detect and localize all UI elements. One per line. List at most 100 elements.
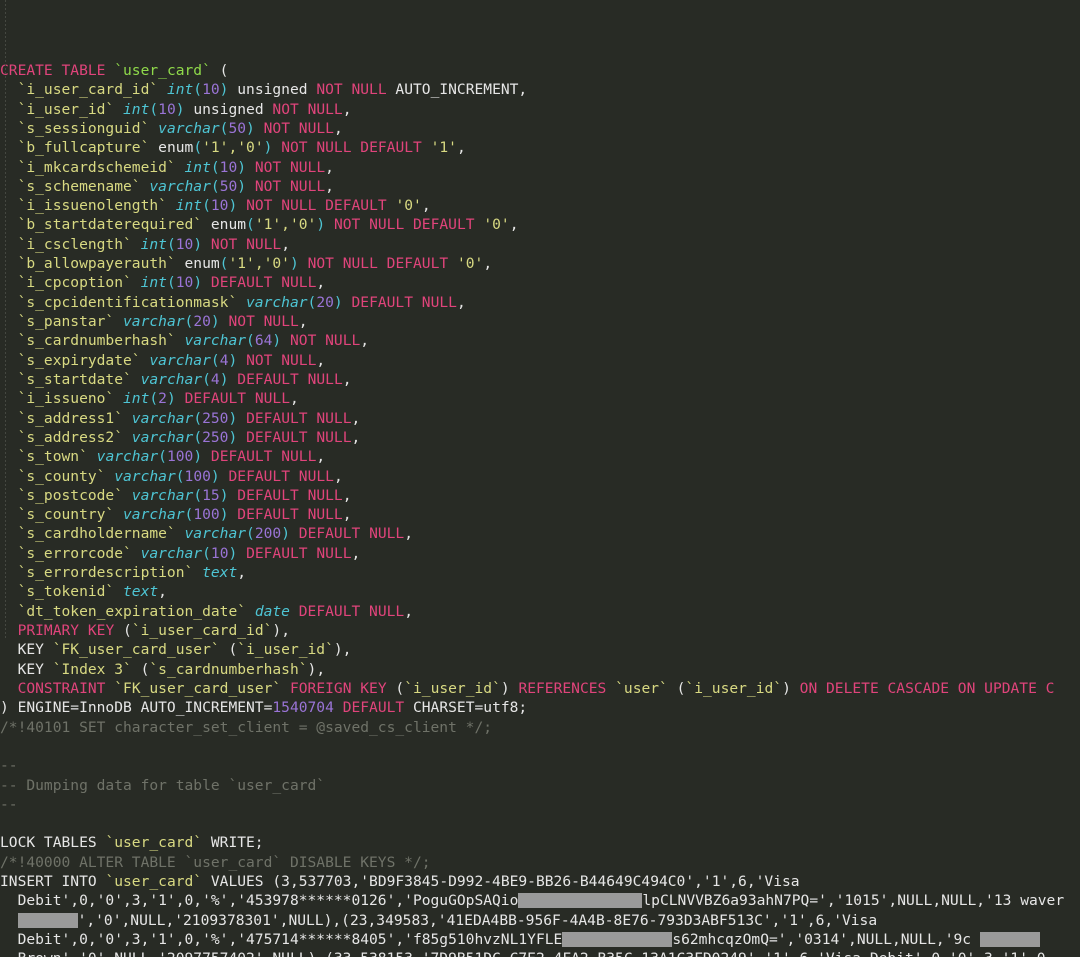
code-line[interactable]: `s_postcode` varchar(15) DEFAULT NULL, <box>0 486 1080 505</box>
code-line[interactable]: `b_allowpayerauth` enum('1','0') NOT NUL… <box>0 254 1080 273</box>
code-line[interactable]: `i_issuenolength` int(10) NOT NULL DEFAU… <box>0 196 1080 215</box>
code-token-punc: ) <box>210 467 220 485</box>
code-token-kw: REFERENCES <box>518 679 607 697</box>
code-token-num: 2 <box>158 390 167 408</box>
code-token-str: '0' <box>395 197 422 215</box>
code-line[interactable]: `i_user_card_id` int(10) unsigned NOT NU… <box>0 80 1080 99</box>
code-line[interactable]: CREATE TABLE `user_card` ( <box>0 61 1080 80</box>
code-surface[interactable]: CREATE TABLE `user_card` ( `i_user_card_… <box>0 61 1080 957</box>
code-token-ident: `i_user_id` <box>237 641 334 659</box>
code-token-punc: ( <box>184 506 194 524</box>
code-line[interactable]: `s_cpcidentificationmask` varchar(20) DE… <box>0 293 1080 312</box>
code-token-kw: NOT NULL <box>316 81 387 99</box>
code-token-num: 50 <box>219 177 238 195</box>
code-token-punc: ) <box>316 216 326 234</box>
code-token-plain: ), <box>272 622 290 639</box>
code-token-plain: ','0',NULL,'2109378301',NULL),(23,349583… <box>77 911 878 929</box>
code-line[interactable] <box>0 814 1080 833</box>
code-line[interactable]: -- <box>0 756 1080 775</box>
code-token-type: varchar <box>246 293 308 311</box>
code-line[interactable]: `s_expirydate` varchar(4) NOT NULL, <box>0 351 1080 370</box>
code-token-num: 4 <box>210 370 220 388</box>
code-line[interactable]: `b_fullcapture` enum('1','0') NOT NULL D… <box>0 138 1080 157</box>
code-line[interactable]: `s_address1` varchar(250) DEFAULT NULL, <box>0 409 1080 428</box>
code-line[interactable] <box>0 737 1080 756</box>
code-line[interactable]: Brown','0',NULL,'2097757402',NULL),(33,5… <box>0 949 1080 957</box>
code-token-plain: , <box>342 506 352 524</box>
code-token-tbl: `user_card` <box>114 61 211 79</box>
code-token-plain: , <box>342 370 352 388</box>
code-line[interactable]: /*!40000 ALTER TABLE `user_card` DISABLE… <box>0 853 1080 872</box>
code-line[interactable]: `s_errordescription` text, <box>0 563 1080 582</box>
code-token-kw: NOT NULL DEFAULT <box>246 197 387 215</box>
code-token-ident: `i_csclength` <box>0 235 141 253</box>
code-line[interactable]: ','0',NULL,'2109378301',NULL),(23,349583… <box>0 911 1080 930</box>
code-line[interactable]: Debit',0,'0',3,'1',0,'%','475714******84… <box>0 930 1080 949</box>
code-line[interactable]: `s_town` varchar(100) DEFAULT NULL, <box>0 447 1080 466</box>
code-token-num: 15 <box>202 486 220 504</box>
code-line[interactable]: PRIMARY KEY (`i_user_card_id`), <box>0 621 1080 640</box>
code-token-kw: NOT NULL DEFAULT <box>281 139 422 157</box>
code-line[interactable]: `i_mkcardschemeid` int(10) NOT NULL, <box>0 158 1080 177</box>
code-token-plain: ( <box>667 679 686 697</box>
code-line[interactable]: `s_address2` varchar(250) DEFAULT NULL, <box>0 428 1080 447</box>
code-line[interactable]: `s_county` varchar(100) DEFAULT NULL, <box>0 467 1080 486</box>
code-token-ident: `dt_token_expiration_date` <box>0 602 255 620</box>
code-line[interactable]: `s_panstar` varchar(20) NOT NULL, <box>0 312 1080 331</box>
code-token-type: varchar <box>123 506 185 524</box>
code-line[interactable]: Debit',0,'0',3,'1',0,'%','453978******01… <box>0 891 1080 910</box>
code-token-kw: DEFAULT NULL <box>237 486 343 504</box>
code-line[interactable]: INSERT INTO `user_card` VALUES (3,537703… <box>0 872 1080 891</box>
code-token-punc: ) <box>228 351 238 369</box>
code-line[interactable]: `dt_token_expiration_date` date DEFAULT … <box>0 602 1080 621</box>
code-token-ident: `s_errorcode` <box>0 544 141 562</box>
code-token-punc: ) <box>289 255 299 273</box>
code-token-punc: ) <box>237 177 247 195</box>
code-token-ident: `i_issuenolength` <box>0 197 176 215</box>
code-token-punc: ) <box>228 428 238 446</box>
code-line[interactable]: `s_country` varchar(100) DEFAULT NULL, <box>0 505 1080 524</box>
code-token-plain: enum <box>158 139 194 157</box>
code-line[interactable]: -- Dumping data for table `user_card` <box>0 776 1080 795</box>
code-token-ident: `s_address2` <box>0 428 132 446</box>
code-line[interactable]: `s_errorcode` varchar(10) DEFAULT NULL, <box>0 544 1080 563</box>
code-token-cmt: -- Dumping data for table `user_card` <box>0 776 326 794</box>
code-line[interactable]: `i_cpcoption` int(10) DEFAULT NULL, <box>0 273 1080 292</box>
code-line[interactable]: ) ENGINE=InnoDB AUTO_INCREMENT=1540704 D… <box>0 698 1080 717</box>
code-token-cmt: -- <box>0 757 18 775</box>
code-line[interactable]: KEY `Index 3` (`s_cardnumberhash`), <box>0 660 1080 679</box>
code-token-punc: ( <box>166 274 176 292</box>
code-token-punc: ( <box>210 177 220 195</box>
code-line[interactable]: `s_sessionguid` varchar(50) NOT NULL, <box>0 119 1080 138</box>
code-token-plain: , <box>456 293 466 311</box>
code-token-plain: , <box>290 390 299 408</box>
code-line[interactable]: `s_tokenid` text, <box>0 582 1080 601</box>
code-line[interactable]: `i_issueno` int(2) DEFAULT NULL, <box>0 389 1080 408</box>
code-token-plain: , <box>351 544 361 562</box>
code-line[interactable]: `s_startdate` varchar(4) DEFAULT NULL, <box>0 370 1080 389</box>
code-token-punc: ( <box>193 409 203 427</box>
code-line[interactable]: `s_cardnumberhash` varchar(64) NOT NULL, <box>0 331 1080 350</box>
code-line[interactable]: LOCK TABLES `user_card` WRITE; <box>0 833 1080 852</box>
code-line[interactable]: `b_startdaterequired` enum('1','0') NOT … <box>0 215 1080 234</box>
code-line[interactable]: `i_csclength` int(10) NOT NULL, <box>0 235 1080 254</box>
code-token-ident: `s_postcode` <box>0 486 132 504</box>
code-line[interactable]: `s_cardholdername` varchar(200) DEFAULT … <box>0 524 1080 543</box>
code-token-plain: unsigned <box>228 81 317 99</box>
code-line[interactable]: CONSTRAINT `FK_user_card_user` FOREIGN K… <box>0 679 1080 698</box>
sql-code-editor[interactable]: CREATE TABLE `user_card` ( `i_user_card_… <box>0 0 1080 957</box>
code-line[interactable]: /*!40101 SET character_set_client = @sav… <box>0 718 1080 737</box>
code-token-type: varchar <box>149 177 211 195</box>
code-line[interactable]: `s_schemename` varchar(50) NOT NULL, <box>0 177 1080 196</box>
code-line[interactable]: KEY `FK_user_card_user` (`i_user_id`), <box>0 640 1080 659</box>
code-line[interactable]: `i_user_id` int(10) unsigned NOT NULL, <box>0 100 1080 119</box>
code-token-ident: `user_card` <box>105 873 203 891</box>
code-line[interactable]: -- <box>0 795 1080 814</box>
code-token-ident: `s_expirydate` <box>0 351 150 369</box>
